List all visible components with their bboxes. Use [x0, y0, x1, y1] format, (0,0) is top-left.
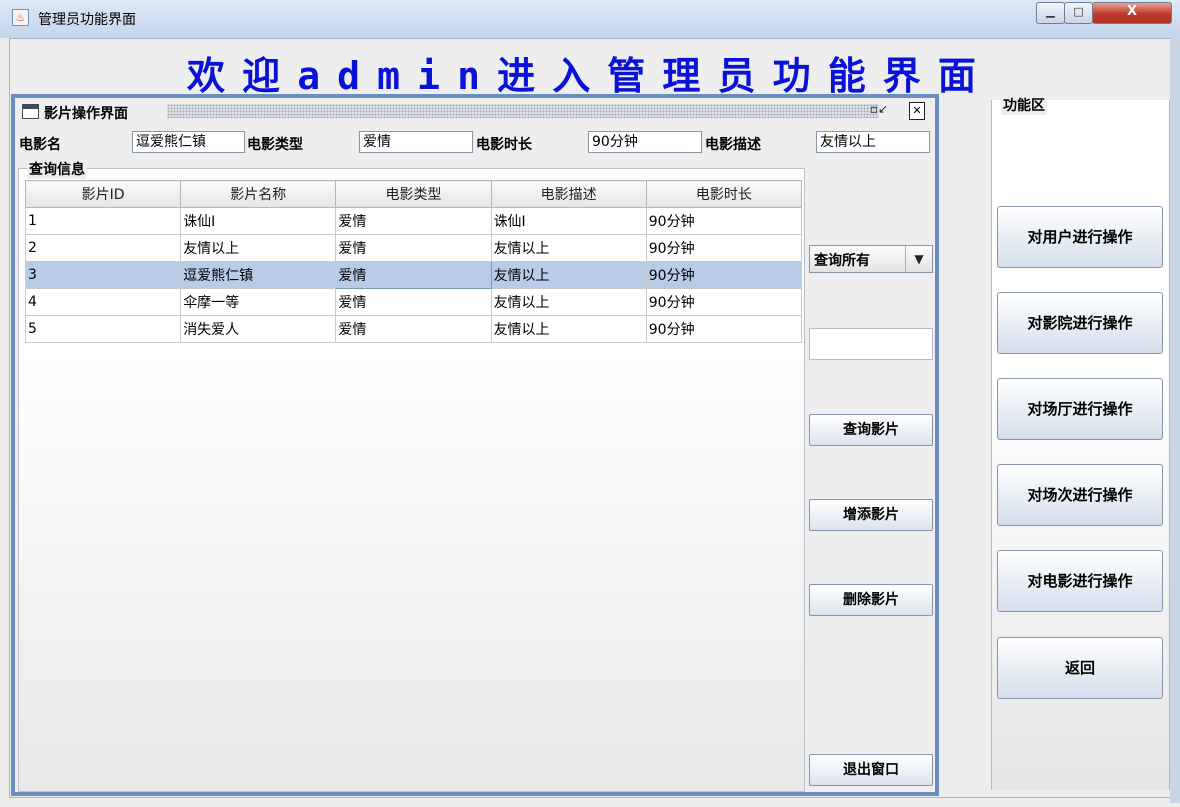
cell-name[interactable]: 友情以上	[180, 234, 337, 262]
cell-name[interactable]: 诛仙I	[180, 207, 337, 235]
movie-name-label: 电影名	[19, 137, 61, 153]
cell-description[interactable]: 诛仙I	[490, 207, 647, 235]
column-header-description[interactable]: 电影描述	[490, 180, 647, 208]
manage-sessions-button[interactable]: 对场次进行操作	[997, 464, 1163, 526]
cell-name[interactable]: 消失爱人	[180, 315, 337, 343]
cell-duration[interactable]: 90分钟	[645, 315, 803, 343]
restore-icon[interactable]: ▫↙	[870, 102, 888, 116]
cell-type[interactable]: 爱情	[335, 234, 492, 262]
java-icon: ♨	[12, 9, 29, 26]
close-icon[interactable]: ✕	[909, 102, 925, 120]
title-bar: ♨ 管理员功能界面 ▁ □ X	[0, 0, 1180, 38]
cell-name[interactable]: 伞摩一等	[180, 288, 337, 316]
manage-movies-button[interactable]: 对电影进行操作	[997, 550, 1163, 612]
column-header-type[interactable]: 电影类型	[335, 180, 492, 208]
manage-halls-button[interactable]: 对场厅进行操作	[997, 378, 1163, 440]
frame-title: 影片操作界面	[44, 106, 128, 122]
manage-users-button[interactable]: 对用户进行操作	[997, 206, 1163, 268]
app-window: ♨ 管理员功能界面 ▁ □ X 欢迎admin进入管理员功能界面 功能区 对用户…	[0, 0, 1180, 807]
column-header-id[interactable]: 影片ID	[24, 180, 182, 208]
table-row[interactable]: 4 伞摩一等 爱情 友情以上 90分钟	[24, 288, 803, 316]
query-info-legend: 查询信息	[27, 159, 87, 179]
cell-type[interactable]: 爱情	[335, 207, 492, 235]
search-input[interactable]	[809, 328, 933, 360]
exit-window-button[interactable]: 退出窗口	[809, 754, 933, 786]
drag-grip[interactable]	[167, 104, 879, 118]
column-header-name[interactable]: 影片名称	[180, 180, 337, 208]
query-movie-button[interactable]: 查询影片	[809, 414, 933, 446]
table-row[interactable]: 2 友情以上 爱情 友情以上 90分钟	[24, 234, 803, 262]
chevron-down-icon[interactable]: ▼	[905, 246, 932, 272]
cell-type[interactable]: 爱情	[335, 288, 492, 316]
cell-description[interactable]: 友情以上	[490, 315, 647, 343]
cell-id[interactable]: 2	[24, 234, 182, 262]
movie-table: 影片ID 影片名称 电影类型 电影描述 电影时长 1 诛仙I 爱情 诛仙I 90…	[24, 180, 803, 343]
cell-duration[interactable]: 90分钟	[645, 261, 803, 289]
window-icon	[22, 104, 39, 119]
function-area-title: 功能区	[1001, 95, 1047, 115]
column-header-duration[interactable]: 电影时长	[645, 180, 803, 208]
manage-cinemas-button[interactable]: 对影院进行操作	[997, 292, 1163, 354]
table-header-row: 影片ID 影片名称 电影类型 电影描述 电影时长	[24, 180, 803, 208]
cell-description[interactable]: 友情以上	[490, 288, 647, 316]
cell-duration[interactable]: 90分钟	[645, 207, 803, 235]
table-row-selected[interactable]: 3 逗爱熊仁镇 爱情 友情以上 90分钟	[24, 261, 803, 289]
movie-duration-label: 电影时长	[476, 137, 532, 153]
add-movie-button[interactable]: 增添影片	[809, 499, 933, 531]
cell-type[interactable]: 爱情	[335, 261, 492, 289]
cell-id[interactable]: 3	[24, 261, 182, 289]
table-row[interactable]: 5 消失爱人 爱情 友情以上 90分钟	[24, 315, 803, 343]
table-row[interactable]: 1 诛仙I 爱情 诛仙I 90分钟	[24, 207, 803, 235]
minimize-button[interactable]: ▁	[1036, 2, 1065, 24]
window-title: 管理员功能界面	[38, 12, 136, 28]
cell-duration[interactable]: 90分钟	[645, 234, 803, 262]
delete-movie-button[interactable]: 删除影片	[809, 584, 933, 616]
query-mode-value: 查询所有	[814, 253, 870, 269]
cell-name[interactable]: 逗爱熊仁镇	[180, 261, 337, 289]
welcome-heading: 欢迎admin进入管理员功能界面	[187, 54, 993, 98]
frame-title-bar[interactable]: 影片操作界面 ▫↙ ✕	[15, 98, 935, 126]
movie-type-field[interactable]: 爱情	[359, 131, 473, 153]
maximize-button[interactable]: □	[1064, 2, 1093, 24]
cell-description[interactable]: 友情以上	[490, 261, 647, 289]
cell-type[interactable]: 爱情	[335, 315, 492, 343]
movie-type-label: 电影类型	[247, 137, 303, 153]
movie-name-field[interactable]: 逗爱熊仁镇	[132, 131, 245, 153]
back-button[interactable]: 返回	[997, 637, 1163, 699]
cell-id[interactable]: 1	[24, 207, 182, 235]
cell-duration[interactable]: 90分钟	[645, 288, 803, 316]
window-edge	[1170, 38, 1180, 803]
cell-description[interactable]: 友情以上	[490, 234, 647, 262]
cell-id[interactable]: 4	[24, 288, 182, 316]
movie-description-label: 电影描述	[705, 137, 761, 153]
movie-description-field[interactable]: 友情以上	[816, 131, 930, 153]
movie-duration-field[interactable]: 90分钟	[588, 131, 702, 153]
query-mode-select[interactable]: 查询所有 ▼	[809, 245, 933, 273]
close-button[interactable]: X	[1092, 2, 1172, 24]
cell-id[interactable]: 5	[24, 315, 182, 343]
